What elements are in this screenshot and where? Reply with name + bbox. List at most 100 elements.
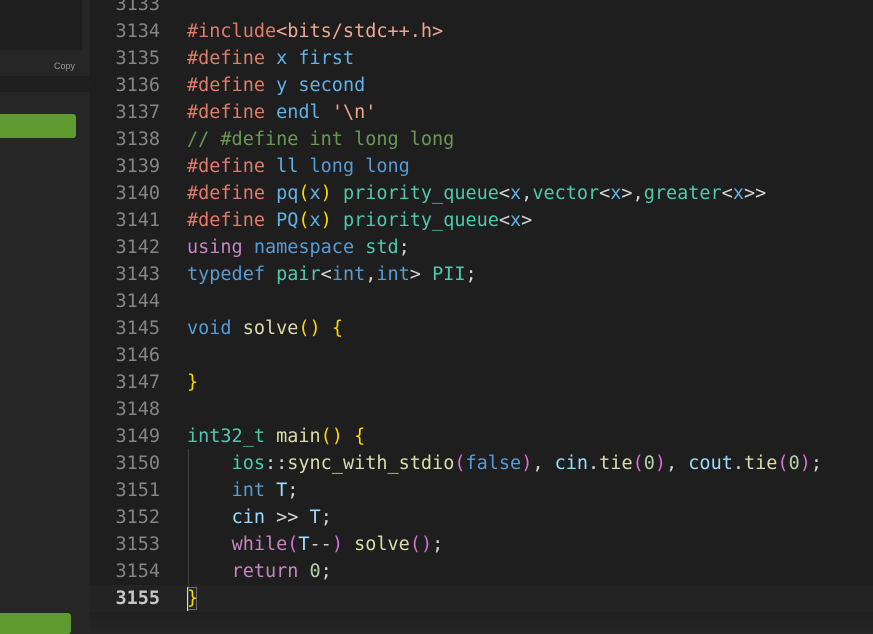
code-line[interactable]: 3136 #define y second xyxy=(90,72,873,99)
code-line[interactable]: 3145 void solve() { xyxy=(90,315,873,342)
code-line[interactable]: 3144 xyxy=(90,288,873,315)
code-text: // #define int long long xyxy=(187,126,454,153)
green-action-button[interactable] xyxy=(0,114,76,138)
code-text: #define pq(x) priority_queue<x,vector<x>… xyxy=(187,180,766,207)
line-number: 3146 xyxy=(115,345,160,366)
code-token: ll xyxy=(276,156,299,177)
code-line[interactable]: 3150 ios::sync_with_stdio(false), cin.ti… xyxy=(90,450,873,477)
code-token: #define xyxy=(187,210,265,231)
code-token: // #define int long long xyxy=(187,129,455,150)
code-line[interactable]: 3140 #define pq(x) priority_queue<x,vecto… xyxy=(90,180,873,207)
code-line[interactable]: 3138 // #define int long long xyxy=(90,126,873,153)
code-token: > xyxy=(409,264,433,285)
code-token: () xyxy=(298,318,321,339)
green-submit-button[interactable] xyxy=(0,613,71,634)
code-line[interactable]: 3134 #include<bits/stdc++.h> xyxy=(90,18,873,45)
code-line[interactable]: 3151 int T; xyxy=(90,477,873,504)
side-panel: Copy xyxy=(0,0,90,634)
code-line[interactable]: 3147} xyxy=(90,369,873,396)
copy-button[interactable]: Copy xyxy=(54,61,75,71)
code-token: ios xyxy=(231,453,265,474)
code-line[interactable]: 3153 while(T--) solve(); xyxy=(90,531,873,558)
code-token: pq xyxy=(276,183,299,204)
code-token: < xyxy=(320,264,332,285)
code-line[interactable]: 3139 #define ll long long xyxy=(90,153,873,180)
line-number: 3142 xyxy=(115,237,160,258)
code-text: #define y second xyxy=(187,72,365,99)
code-line[interactable]: 3155} xyxy=(90,585,873,612)
code-line[interactable]: 3133 xyxy=(90,0,873,18)
code-line[interactable]: 3146 xyxy=(90,342,873,369)
code-text: #define ll long long xyxy=(187,153,410,180)
code-line[interactable]: 3135 #define x first xyxy=(90,45,873,72)
code-editor[interactable]: 3133 3134 #include<bits/stdc++.h> 3135 #defi… xyxy=(90,0,873,634)
code-token: ) xyxy=(521,453,533,474)
code-token: void xyxy=(187,318,232,339)
code-token: 0 xyxy=(309,561,321,582)
code-text: while(T--) solve(); xyxy=(187,531,444,558)
line-number: 3133 xyxy=(115,0,160,15)
line-number: 3155 xyxy=(115,588,160,609)
code-line[interactable]: 3152 cin >> T; xyxy=(90,504,873,531)
code-token: . xyxy=(588,453,600,474)
code-line[interactable]: 3143 typedef pair<int,int> PII; xyxy=(90,261,873,288)
code-token: vector xyxy=(532,183,600,204)
code-token: second xyxy=(298,75,366,96)
code-token: { xyxy=(354,426,366,447)
code-token: tie xyxy=(599,453,633,474)
code-token: cin xyxy=(231,507,265,528)
code-token: () xyxy=(320,426,343,447)
code-line[interactable]: 3149 int32_t main() { xyxy=(90,423,873,450)
code-token: false xyxy=(465,453,522,474)
line-number: 3147 xyxy=(115,372,160,393)
code-line[interactable]: 3142 using namespace std; xyxy=(90,234,873,261)
code-token: ( xyxy=(298,210,310,231)
code-text: ios::sync_with_stdio(false), cin.tie(0),… xyxy=(187,450,822,477)
code-text: return 0; xyxy=(187,558,332,585)
code-token: greater xyxy=(643,183,722,204)
code-line[interactable]: 3137 #define endl '\n' xyxy=(90,99,873,126)
line-number: 3136 xyxy=(115,75,160,96)
code-token: int xyxy=(376,264,410,285)
code-token: x xyxy=(732,183,744,204)
code-text: #define PQ(x) priority_queue<x> xyxy=(187,207,532,234)
code-line[interactable]: 3141 #define PQ(x) priority_queue<x> xyxy=(90,207,873,234)
code-token: ) xyxy=(654,453,667,474)
line-number: 3135 xyxy=(115,48,160,69)
code-token: , xyxy=(666,453,689,474)
code-text: int T; xyxy=(187,477,299,504)
line-number: 3138 xyxy=(115,129,160,150)
code-token: ( xyxy=(777,453,789,474)
code-line[interactable]: 3154 return 0; xyxy=(90,558,873,585)
line-number: 3152 xyxy=(115,507,160,528)
code-token: ) xyxy=(331,534,343,555)
code-token: >> xyxy=(743,183,767,204)
code-token: () xyxy=(409,534,433,555)
code-token: x xyxy=(276,48,288,69)
code-text: #include<bits/stdc++.h> xyxy=(187,18,443,45)
code-token: ; xyxy=(320,507,332,528)
code-token: tie xyxy=(744,453,778,474)
code-text: #define endl '\n' xyxy=(187,99,376,126)
code-token: < xyxy=(599,183,611,204)
code-token: int32_t xyxy=(187,426,265,447)
code-token: T xyxy=(309,507,321,528)
bracket-match-highlight xyxy=(187,587,197,610)
code-token: x xyxy=(610,183,622,204)
code-line[interactable]: 3148 xyxy=(90,396,873,423)
code-token: cout xyxy=(688,453,733,474)
line-number: 3151 xyxy=(115,480,160,501)
code-token: y xyxy=(276,75,288,96)
